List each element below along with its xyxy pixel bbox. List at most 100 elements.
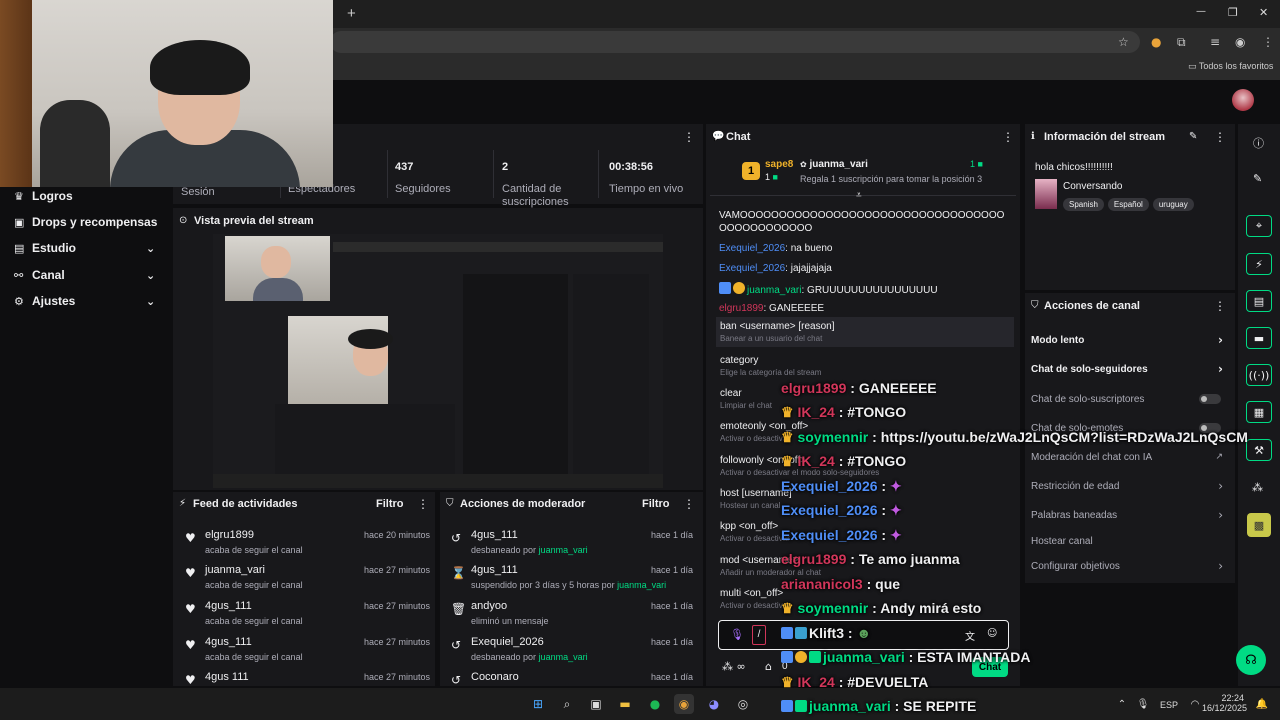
- chevron-up-icon[interactable]: ⌃: [1112, 694, 1132, 714]
- action-banned-words[interactable]: Palabras baneadas ›: [1031, 508, 1227, 522]
- undo-icon: ↺: [451, 531, 462, 545]
- tag[interactable]: Español: [1107, 198, 1149, 211]
- folder-icon[interactable]: ▬: [615, 694, 635, 714]
- mod-title: Acciones de moderador: [460, 498, 586, 510]
- overlay-message: ♛ IK_24 : #TONGO: [781, 404, 907, 420]
- crown-icon: ♛: [781, 600, 794, 616]
- feed-time: hace 27 minutos: [363, 637, 430, 647]
- windows-start-icon[interactable]: ⊞: [528, 694, 548, 714]
- action-host[interactable]: Hostear canal: [1031, 536, 1227, 547]
- points-icon[interactable]: ⁂ ∞: [722, 660, 746, 673]
- extension-color-icon[interactable]: ●: [1151, 35, 1161, 49]
- broadcast-icon[interactable]: ((·)): [1246, 364, 1272, 386]
- action-followers-only[interactable]: Chat de solo-seguidores ›: [1031, 362, 1227, 376]
- edit-icon[interactable]: ✎: [1189, 131, 1197, 142]
- action-subs-only[interactable]: Chat de solo-suscriptores: [1031, 394, 1227, 405]
- stats-menu-icon[interactable]: ⋮: [683, 130, 695, 144]
- emote-icon: ✦: [889, 478, 902, 494]
- tag[interactable]: uruguay: [1152, 198, 1194, 211]
- mod-menu-icon[interactable]: ⋮: [683, 497, 695, 511]
- store-icon[interactable]: ⌂: [765, 660, 772, 673]
- edit-icon[interactable]: ✎: [1253, 172, 1262, 185]
- list-item[interactable]: ↺ Exequiel_2026 desbaneado por juanma_vari…: [451, 636, 693, 672]
- command-option[interactable]: category Elige la categoría del stream: [720, 355, 1015, 377]
- chevron-down-icon: ⌄: [146, 294, 156, 308]
- list-item[interactable]: ↺ 4gus_111 desbaneado por juanma_vari hace …: [451, 529, 693, 565]
- clapper-icon[interactable]: ▩: [1247, 513, 1271, 537]
- action-goals[interactable]: Configurar objetivos ›: [1031, 559, 1227, 573]
- toggle[interactable]: [1199, 394, 1221, 404]
- collapse-icon[interactable]: ⩡: [856, 190, 862, 201]
- sidebar-item-estudio[interactable]: ▤ Estudio ⌄: [14, 238, 174, 258]
- help-icon[interactable]: ☊: [1236, 645, 1266, 675]
- nodes-icon[interactable]: ⁂: [1252, 481, 1263, 494]
- sidebar-item-drops[interactable]: ▣ Drops y recompensas: [14, 212, 174, 232]
- close-button[interactable]: ✕: [1259, 6, 1268, 19]
- spotify-icon[interactable]: ●: [645, 694, 665, 714]
- menu-icon[interactable]: ⋮: [1262, 35, 1274, 49]
- notification-icon[interactable]: 🔔: [1252, 694, 1272, 714]
- search-icon[interactable]: ⌕: [557, 694, 577, 714]
- bookmarks-folder-label: Todos los favoritos: [1198, 61, 1274, 71]
- list-item[interactable]: ♥ 4gus 111 hace 27 minutos: [185, 671, 430, 685]
- chat-bubble-icon[interactable]: ▬: [1246, 327, 1272, 349]
- info-menu-icon[interactable]: ⋮: [1214, 130, 1226, 144]
- new-tab-button[interactable]: +: [347, 5, 356, 22]
- emoji-icon[interactable]: ☺: [987, 628, 997, 639]
- clock[interactable]: 22:24 16/12/2025: [1202, 693, 1247, 713]
- sidebar-item-canal[interactable]: ⚯ Canal ⌄: [14, 265, 174, 285]
- feed-filter-button[interactable]: Filtro: [376, 498, 404, 510]
- command-option[interactable]: ban <username> [reason] Banear a un usuar…: [720, 321, 1015, 343]
- gift-icon: ▣: [14, 215, 25, 229]
- clip-icon[interactable]: ⌖: [1246, 215, 1272, 237]
- list-item[interactable]: ♥ juanma_vari acaba de seguir el canal hace…: [185, 564, 430, 600]
- list-item[interactable]: ↺ Coconaro hace 1 día: [451, 671, 693, 685]
- heart-icon: ♥: [185, 602, 196, 616]
- minimize-button[interactable]: —: [1196, 6, 1206, 17]
- mic-icon[interactable]: 🎙: [730, 628, 744, 641]
- stat-label-followers: Seguidores: [395, 183, 451, 195]
- discord-icon[interactable]: ◕: [704, 694, 724, 714]
- list-item[interactable]: ⌛ 4gus_111 suspendido por 3 días y 5 horas…: [451, 564, 693, 600]
- trophy-icon: ♛: [14, 189, 24, 203]
- chrome-icon[interactable]: ◉: [674, 694, 694, 714]
- avatar[interactable]: [1232, 89, 1254, 111]
- sidebar-item-ajustes[interactable]: ⚙ Ajustes ⌄: [14, 291, 174, 311]
- chat-menu-icon[interactable]: ⋮: [1002, 130, 1014, 144]
- mic-icon[interactable]: 🎙: [1133, 694, 1153, 714]
- language-indicator[interactable]: ESP: [1160, 700, 1178, 710]
- extensions-icon[interactable]: ⧉: [1177, 35, 1186, 50]
- mod-filter-button[interactable]: Filtro: [642, 498, 670, 510]
- stat-value-subs: 2: [502, 161, 509, 173]
- external-link-icon: ↗: [1215, 452, 1223, 462]
- bookmarks-folder[interactable]: ▭ Todos los favoritos: [1188, 61, 1273, 72]
- list-item[interactable]: ♥ elgru1899 acaba de seguir el canal hace 2…: [185, 529, 430, 565]
- mod-user: 4gus_111: [471, 564, 518, 576]
- address-bar[interactable]: [330, 31, 1140, 53]
- restore-button[interactable]: ❐: [1228, 6, 1238, 19]
- media-control-icon[interactable]: ≡: [1210, 35, 1220, 49]
- notes-icon[interactable]: ▤: [1246, 290, 1272, 312]
- translate-icon[interactable]: 文: [965, 628, 975, 643]
- sidebar-item-logros[interactable]: ♛ Logros: [14, 186, 73, 206]
- store-icon[interactable]: ▣: [586, 694, 606, 714]
- feed-menu-icon[interactable]: ⋮: [417, 497, 429, 511]
- list-item[interactable]: ♥ 4gus_111 acaba de seguir el canal hace 27…: [185, 636, 430, 672]
- bookmark-star-icon[interactable]: ☆: [1118, 35, 1129, 49]
- bolt-icon[interactable]: ⚡: [1246, 253, 1272, 275]
- action-ai-moderation[interactable]: Moderación del chat con IA ↗: [1031, 452, 1227, 463]
- layout-icon[interactable]: ▦: [1246, 401, 1272, 423]
- actions-menu-icon[interactable]: ⋮: [1214, 299, 1226, 313]
- action-age-restriction[interactable]: Restricción de edad ›: [1031, 479, 1227, 493]
- profile-icon[interactable]: ◉: [1235, 35, 1245, 49]
- heart-icon: ♥: [185, 673, 196, 685]
- info-icon[interactable]: ⓘ: [1253, 135, 1264, 151]
- obs-icon[interactable]: ◎: [733, 694, 753, 714]
- stream-preview-video[interactable]: [213, 234, 663, 488]
- chat-message: elgru1899: GANEEEEE: [719, 303, 825, 314]
- list-item[interactable]: ♥ 4gus_111 acaba de seguir el canal hace 27…: [185, 600, 430, 636]
- tag[interactable]: Spanish: [1063, 198, 1104, 211]
- action-slow-mode[interactable]: Modo lento ›: [1031, 333, 1227, 347]
- list-item[interactable]: 🗑 andyoo eliminó un mensaje hace 1 día: [451, 600, 693, 636]
- wrench-icon[interactable]: ⚒: [1246, 439, 1272, 461]
